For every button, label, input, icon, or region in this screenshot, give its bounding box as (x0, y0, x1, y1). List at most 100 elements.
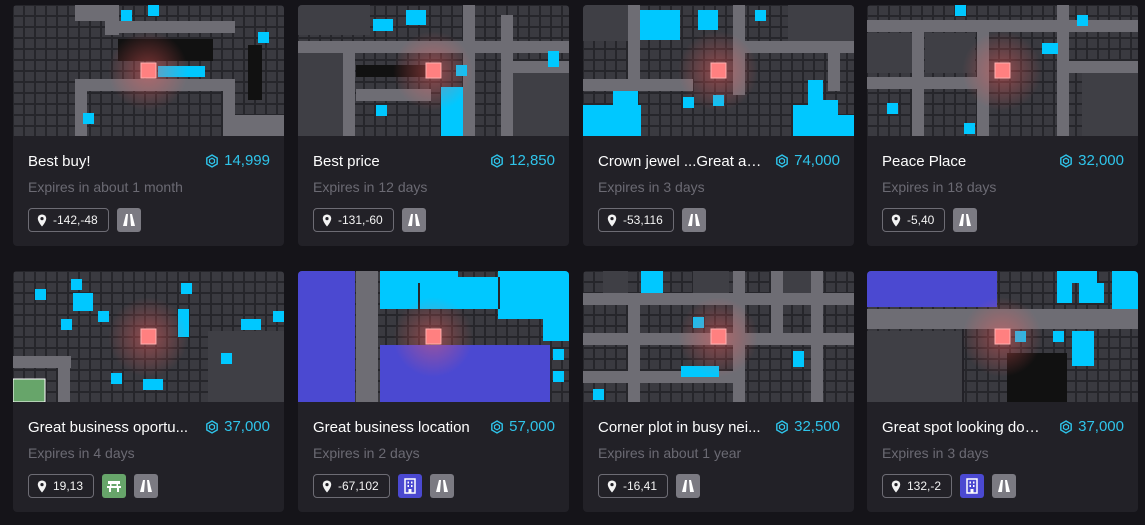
listing-card[interactable]: Best price 12,850 Expires in 12 days -13… (298, 5, 569, 246)
coordinates-badge[interactable]: -142,-48 (28, 208, 109, 232)
listing-badges: -67,102 (313, 474, 454, 498)
building-icon (960, 474, 985, 498)
currency-hex-icon (491, 153, 504, 168)
location-pin-icon (607, 214, 617, 226)
listing-title: Crown jewel ...Great ad... (598, 153, 763, 170)
currency-hex-icon (1060, 153, 1073, 168)
listing-price: 12,850 (490, 152, 555, 169)
price-value: 57,000 (509, 418, 555, 435)
plot-map (13, 271, 284, 402)
plot-map-thumbnail (13, 5, 284, 136)
expiry-text: Expires in 4 days (28, 445, 135, 461)
coordinates-badge[interactable]: -5,40 (882, 208, 946, 232)
coordinates-value: -67,102 (338, 479, 379, 493)
road-icon (676, 474, 701, 498)
expiry-text: Expires in 3 days (598, 179, 705, 195)
price-value: 32,000 (1078, 152, 1124, 169)
road-icon (953, 208, 978, 232)
listing-card[interactable]: Great spot looking dow... 37,000 Expires… (867, 271, 1138, 512)
listing-price: 37,000 (205, 418, 270, 435)
listing-card[interactable]: Peace Place 32,000 Expires in 18 days -5… (867, 5, 1138, 246)
plot-map (13, 5, 284, 136)
listing-price: 57,000 (490, 418, 555, 435)
expiry-text: Expires in about 1 month (28, 179, 183, 195)
listing-price: 14,999 (205, 152, 270, 169)
plot-map (298, 271, 569, 402)
listing-badges: -131,-60 (313, 208, 426, 232)
listing-price: 37,000 (1059, 418, 1124, 435)
location-pin-icon (322, 214, 332, 226)
plot-map-thumbnail (298, 5, 569, 136)
price-value: 37,000 (224, 418, 270, 435)
listing-title: Best price (313, 153, 380, 170)
location-pin-icon (891, 214, 901, 226)
listing-badges: 19,13 (28, 474, 159, 498)
listing-price: 32,500 (775, 418, 840, 435)
coordinates-badge[interactable]: 132,-2 (882, 474, 953, 498)
price-value: 32,500 (794, 418, 840, 435)
coordinates-value: -142,-48 (53, 213, 98, 227)
road-icon (429, 474, 454, 498)
coordinates-value: -5,40 (907, 213, 935, 227)
coordinates-badge[interactable]: -131,-60 (313, 208, 394, 232)
road-icon (116, 208, 141, 232)
expiry-text: Expires in about 1 year (598, 445, 742, 461)
listing-price: 32,000 (1059, 152, 1124, 169)
plot-map-thumbnail (867, 271, 1138, 402)
expiry-text: Expires in 3 days (882, 445, 989, 461)
expiry-text: Expires in 2 days (313, 445, 420, 461)
currency-hex-icon (491, 419, 504, 434)
listing-title: Best buy! (28, 153, 91, 170)
plot-map (583, 5, 854, 136)
listing-badges: -142,-48 (28, 208, 141, 232)
coordinates-value: 19,13 (53, 479, 84, 493)
coordinates-value: -16,41 (623, 479, 658, 493)
listing-title: Great business oportu... (28, 419, 189, 436)
price-value: 74,000 (794, 152, 840, 169)
plot-map-thumbnail (298, 271, 569, 402)
coordinates-value: -131,-60 (338, 213, 383, 227)
price-value: 12,850 (509, 152, 555, 169)
listing-card[interactable]: Best buy! 14,999 Expires in about 1 mont… (13, 5, 284, 246)
expiry-text: Expires in 12 days (313, 179, 428, 195)
listing-card[interactable]: Great business location 57,000 Expires i… (298, 271, 569, 512)
currency-hex-icon (776, 153, 789, 168)
listing-badges: -53,116 (598, 208, 706, 232)
listing-badges: -5,40 (882, 208, 978, 232)
listing-card[interactable]: Great business oportu... 37,000 Expires … (13, 271, 284, 512)
location-pin-icon (607, 480, 617, 492)
location-pin-icon (891, 480, 901, 492)
road-icon (134, 474, 159, 498)
coordinates-badge[interactable]: -67,102 (313, 474, 390, 498)
listing-card[interactable]: Corner plot in busy nei... 32,500 Expire… (583, 271, 854, 512)
plot-map-thumbnail (583, 5, 854, 136)
plot-map (583, 271, 854, 402)
plot-map (867, 271, 1138, 402)
road-icon (681, 208, 706, 232)
price-value: 37,000 (1078, 418, 1124, 435)
listing-title: Great business location (313, 419, 470, 436)
park-icon (102, 474, 127, 498)
building-icon (397, 474, 422, 498)
coordinates-value: 132,-2 (907, 479, 942, 493)
listing-card[interactable]: Crown jewel ...Great ad... 74,000 Expire… (583, 5, 854, 246)
location-pin-icon (322, 480, 332, 492)
currency-hex-icon (206, 419, 219, 434)
price-value: 14,999 (224, 152, 270, 169)
plot-map-thumbnail (13, 271, 284, 402)
road-icon (992, 474, 1017, 498)
currency-hex-icon (206, 153, 219, 168)
listing-price: 74,000 (775, 152, 840, 169)
location-pin-icon (37, 214, 47, 226)
coordinates-badge[interactable]: -16,41 (598, 474, 669, 498)
listing-title: Peace Place (882, 153, 967, 170)
location-pin-icon (37, 480, 47, 492)
plot-map (867, 5, 1138, 136)
coordinates-badge[interactable]: -53,116 (598, 208, 674, 232)
currency-hex-icon (1060, 419, 1073, 434)
listing-badges: -16,41 (598, 474, 701, 498)
coordinates-badge[interactable]: 19,13 (28, 474, 95, 498)
coordinates-value: -53,116 (623, 213, 663, 227)
currency-hex-icon (776, 419, 789, 434)
plot-map-thumbnail (583, 271, 854, 402)
